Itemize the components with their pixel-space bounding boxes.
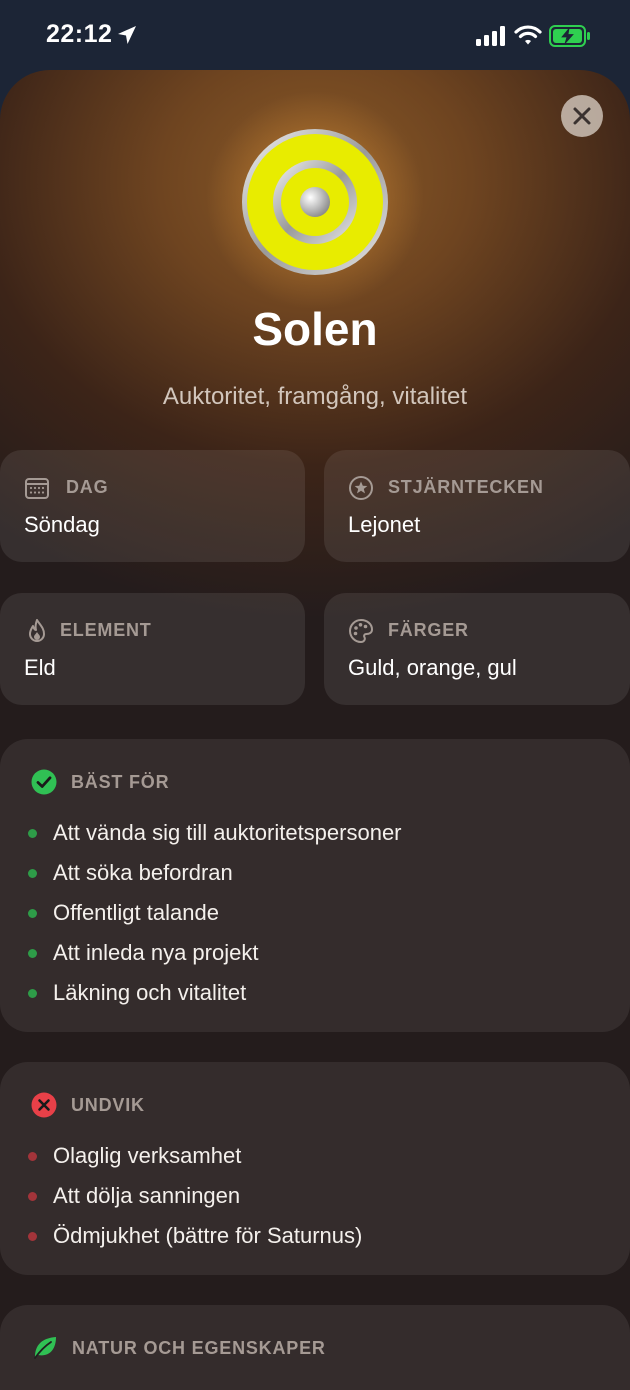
close-button[interactable] [561,95,603,137]
battery-charging-icon [549,25,590,47]
list-item: Läkning och vitalitet [28,973,402,1013]
list-item: Ödmjukhet (bättre för Saturnus) [28,1216,362,1256]
bullet [28,949,37,958]
status-time: 22:12 [46,20,113,48]
colors-card: FÄRGER Guld, orange, gul [324,593,630,705]
list-item: Offentligt talande [28,893,402,933]
best-for-card: BÄST FÖR Att vända sig till auktoritetsp… [0,739,630,1032]
element-label: ELEMENT [60,620,152,640]
list-item-text: Att inleda nya projekt [53,940,259,965]
bullet [28,909,37,918]
best-for-list: Att vända sig till auktoritetspersoner A… [28,813,402,1013]
zodiac-value: Lejonet [348,512,421,537]
colors-value: Guld, orange, gul [348,655,517,680]
bullet [28,1232,37,1241]
cellular-signal-icon [476,26,505,46]
list-item-text: Olaglig verksamhet [53,1143,242,1168]
palette-icon [348,618,374,644]
list-item-text: Att vända sig till auktoritetspersoner [53,820,402,845]
planet-title: Solen [252,303,378,355]
calendar-icon [25,478,49,499]
bullet [28,829,37,838]
avoid-list: Olaglig verksamhet Att dölja sanningen Ö… [28,1136,362,1256]
day-label: DAG [66,477,109,497]
planet-detail-sheet: Solen Auktoritet, framgång, vitalitet DA… [0,70,630,1390]
x-circle-icon [31,1092,57,1118]
colors-label: FÄRGER [388,620,469,640]
list-item: Att dölja sanningen [28,1176,362,1216]
sun-symbol-icon [242,129,388,275]
leaf-icon [34,1337,56,1359]
list-item-text: Ödmjukhet (bättre för Saturnus) [53,1223,363,1248]
list-item-text: Offentligt talande [53,900,219,925]
avoid-card: UNDVIK Olaglig verksamhet Att dölja sann… [0,1062,630,1275]
close-icon [573,107,591,125]
zodiac-card: STJÄRNTECKEN Lejonet [324,450,630,562]
list-item: Olaglig verksamhet [28,1136,362,1176]
day-value: Söndag [24,512,100,537]
bullet [28,869,37,878]
bullet [28,1192,37,1201]
list-item-text: Läkning och vitalitet [53,980,247,1005]
day-card: DAG Söndag [0,450,305,562]
checkmark-circle-icon [31,769,57,795]
avoid-label: UNDVIK [71,1095,145,1115]
best-for-label: BÄST FÖR [71,772,170,792]
nature-card: NATUR OCH EGENSKAPER [0,1305,630,1390]
planet-subtitle: Auktoritet, framgång, vitalitet [162,383,468,410]
list-item: Att söka befordran [28,853,402,893]
element-card: ELEMENT Eld [0,593,305,705]
flame-icon [29,619,45,642]
bullet [28,1152,37,1161]
list-item: Att inleda nya projekt [28,933,402,973]
bullet [28,989,37,998]
element-value: Eld [24,655,56,680]
list-item-text: Att dölja sanningen [53,1183,241,1208]
nature-label: NATUR OCH EGENSKAPER [72,1338,326,1358]
list-item-text: Att söka befordran [53,860,233,885]
wifi-icon [514,25,542,45]
status-bar: 22:12 [0,0,630,70]
star-circle-icon [349,476,373,500]
zodiac-label: STJÄRNTECKEN [388,477,544,497]
list-item: Att vända sig till auktoritetspersoner [28,813,402,853]
location-arrow-icon [118,26,136,44]
